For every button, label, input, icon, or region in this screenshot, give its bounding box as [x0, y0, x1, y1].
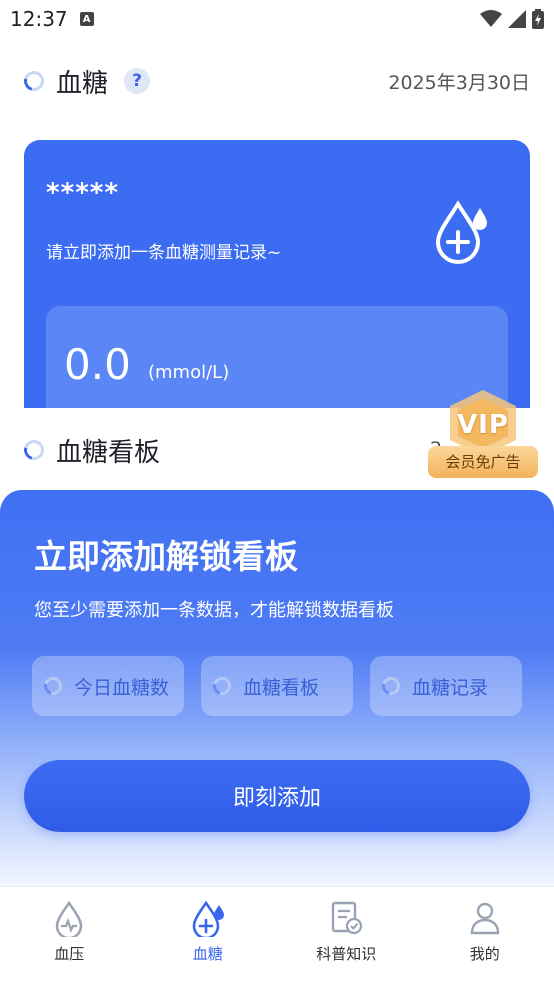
notification-icon: A	[79, 12, 94, 26]
loading-ring-icon	[209, 673, 235, 699]
page-header: 血糖 ? 2025年3月30日	[20, 62, 530, 100]
glucose-value: 0.0	[64, 340, 131, 389]
vip-ad-free-badge[interactable]: VIP 会员免广告	[424, 388, 542, 486]
tab-label: 科普知识	[316, 945, 377, 963]
unlock-dashboard-sheet: 立即添加解锁看板 您至少需要添加一条数据，才能解锁数据看板 今日血糖数 血糖看板…	[0, 490, 554, 886]
feature-chips: 今日血糖数 血糖看板 血糖记录	[32, 656, 522, 716]
vip-text: VIP	[457, 410, 509, 440]
tab-profile[interactable]: 我的	[416, 887, 554, 984]
blood-drop-plus-icon	[192, 900, 224, 937]
tab-blood-glucose[interactable]: 血糖	[139, 887, 278, 984]
unlock-description: 您至少需要添加一条数据，才能解锁数据看板	[34, 600, 394, 621]
battery-icon	[532, 9, 544, 29]
loading-ring-icon	[378, 673, 404, 699]
chip-label: 血糖看板	[243, 676, 320, 699]
bottom-tab-bar: 血压 血糖 科普知识 我的	[0, 886, 554, 984]
tab-knowledge[interactable]: 科普知识	[277, 887, 416, 984]
status-icons	[480, 9, 544, 29]
add-now-button[interactable]: 即刻添加	[24, 760, 530, 832]
glucose-summary-card[interactable]: ***** 请立即添加一条血糖测量记录~ 0.0 (mmol/L)	[24, 140, 530, 408]
help-icon[interactable]: ?	[124, 68, 151, 94]
status-time: 12:37	[10, 7, 68, 31]
chip-label: 血糖记录	[412, 676, 489, 699]
vip-label: 会员免广告	[428, 446, 538, 478]
glucose-unit: (mmol/L)	[148, 362, 230, 383]
signal-icon	[508, 10, 526, 28]
person-icon	[470, 902, 499, 935]
chip-label: 今日血糖数	[74, 676, 170, 699]
wifi-icon	[480, 10, 502, 27]
loading-ring-icon	[20, 436, 48, 464]
page-title: 血糖	[56, 68, 109, 99]
loading-ring-icon	[20, 67, 48, 95]
dashboard-title: 血糖看板	[56, 437, 161, 468]
status-bar: 12:37 A	[0, 0, 554, 38]
add-record-hint: 请立即添加一条血糖测量记录~	[46, 243, 282, 263]
tab-label: 血糖	[192, 945, 223, 963]
tab-label: 血压	[54, 945, 85, 963]
date-selector[interactable]: 2025年3月30日	[388, 68, 530, 95]
tab-label: 我的	[469, 945, 500, 963]
chip-glucose-records: 血糖记录	[370, 656, 522, 716]
unlock-title: 立即添加解锁看板	[34, 537, 298, 576]
dashboard-section-header: 血糖看板	[20, 430, 161, 470]
tab-blood-pressure[interactable]: 血压	[0, 887, 139, 984]
document-check-icon	[332, 901, 363, 935]
blood-pressure-icon	[55, 900, 83, 937]
loading-ring-icon	[40, 673, 66, 699]
chip-today-glucose: 今日血糖数	[32, 656, 184, 716]
chip-glucose-dashboard: 血糖看板	[201, 656, 353, 716]
masked-user-name: *****	[46, 178, 119, 208]
add-drop-icon[interactable]	[434, 198, 490, 264]
